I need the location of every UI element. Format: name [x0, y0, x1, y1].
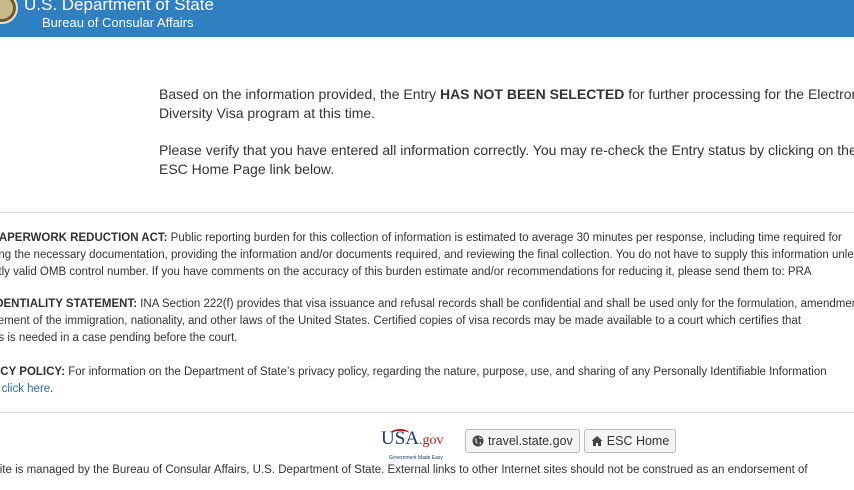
- esc-home-label: ESC Home: [606, 434, 670, 448]
- privacy-click-here-link[interactable]: click here: [2, 383, 51, 395]
- paperwork-heading: PAPERWORK REDUCTION ACT:: [0, 232, 168, 244]
- paperwork-text: ring the necessary documentation, provid…: [0, 249, 854, 261]
- header-subtitle: Bureau of Consular Affairs: [42, 15, 194, 30]
- site-header: U.S. Department of State Bureau of Consu…: [0, 0, 854, 37]
- privacy-policy: ACY POLICY: For information on the Depar…: [0, 364, 854, 398]
- header-title: U.S. Department of State: [24, 0, 214, 14]
- status-message-text: Based on the information provided, the E…: [159, 86, 440, 102]
- esc-home-button[interactable]: ESC Home: [583, 429, 677, 453]
- footer-links: USA.gov Government Made Easy travel.stat…: [381, 429, 680, 462]
- paperwork-reduction-act: PAPERWORK REDUCTION ACT: Public reportin…: [0, 230, 854, 281]
- globe-icon: [472, 435, 484, 447]
- paperwork-text: Public reporting burden for this collect…: [167, 232, 842, 244]
- confidentiality-statement: IDENTIALITY STATEMENT: INA Section 222(f…: [0, 296, 854, 347]
- travel-state-gov-button[interactable]: travel.state.gov: [465, 429, 580, 453]
- privacy-text: For information on the Department of Sta…: [65, 366, 827, 378]
- usa-gov-logo-dot: .gov: [419, 433, 444, 448]
- status-result: HAS NOT BEEN SELECTED: [439, 86, 625, 102]
- privacy-text-end: .: [50, 383, 54, 395]
- divider: [0, 412, 854, 413]
- paperwork-text: ntly valid OMB control number. If you ha…: [0, 266, 812, 278]
- usa-gov-logo[interactable]: USA.gov Government Made Easy: [381, 429, 457, 462]
- home-icon: [591, 436, 603, 446]
- divider: [0, 212, 854, 213]
- confidentiality-text: cement of the immigration, nationality, …: [0, 315, 802, 327]
- privacy-heading: ACY POLICY:: [0, 366, 66, 378]
- status-message: Based on the information provided, the E…: [159, 85, 854, 123]
- confidentiality-text: INA Section 222(f) provides that visa is…: [137, 298, 854, 310]
- usa-gov-swoosh-icon: [391, 429, 409, 437]
- confidentiality-heading: IDENTIALITY STATEMENT:: [0, 298, 138, 310]
- confidentiality-text: ds is needed in a case pending before th…: [0, 332, 238, 344]
- footer-note: site is managed by the Bureau of Consula…: [0, 464, 808, 476]
- verify-message: Please verify that you have entered all …: [159, 142, 854, 177]
- travel-state-gov-label: travel.state.gov: [488, 434, 573, 448]
- department-seal-icon: [0, 0, 18, 24]
